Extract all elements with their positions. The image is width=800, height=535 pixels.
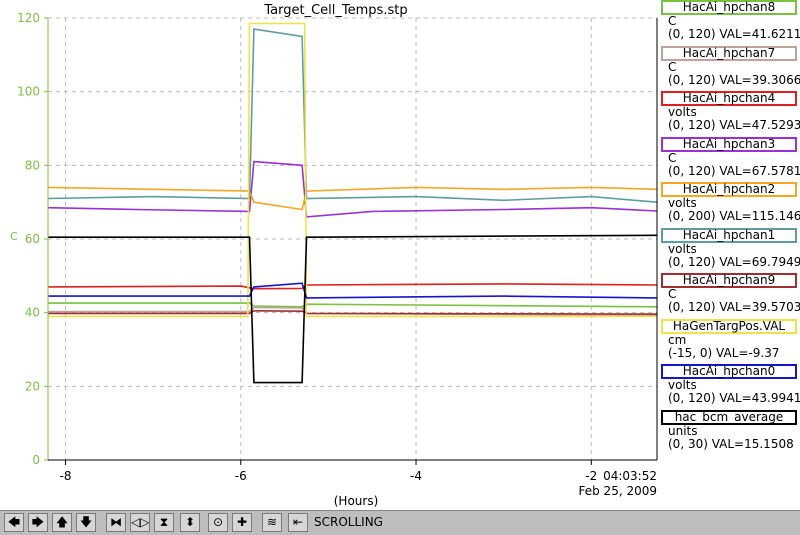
autoscale-button[interactable]: ≋ [262, 513, 282, 532]
legend-range-value: (-15, 0) VAL=-9.37 [668, 345, 780, 360]
zoom-out-x-button[interactable]: ◁▷ [130, 513, 150, 532]
legend-item-HacAi_hpchan4[interactable]: HacAi_hpchan4 [661, 91, 797, 106]
scroll-right-button[interactable]: 🡆 [28, 513, 48, 532]
scroll-left-button[interactable]: 🡄 [4, 513, 24, 532]
x-axis-label: (Hours) [334, 494, 379, 508]
legend-item-HacAi_hpchan2[interactable]: HacAi_hpchan2 [661, 182, 797, 197]
arrow-left-icon: 🡄 [7, 515, 21, 529]
series-line-HacAi_hpchan4 [47, 283, 658, 290]
x-tick-label: -4 [410, 469, 422, 483]
add-button[interactable]: ✚ [232, 513, 252, 532]
legend-item-hac_bcm_average[interactable]: hac_bcm_average [661, 409, 797, 425]
legend-unit: cm [668, 332, 687, 347]
zoom-out-y-button[interactable]: ⬍ [180, 513, 200, 532]
mode-button[interactable]: ⇤ [288, 513, 308, 532]
y-tick-label: 60 [25, 232, 40, 246]
config-icon: ⊙ [212, 515, 224, 529]
zoom-out-y-icon: ⬍ [184, 515, 196, 529]
series-line-hac_bcm_average [48, 234, 658, 384]
legend-range-value: (0, 120) VAL=43.9941 [668, 391, 800, 405]
legend-range-value: (0, 120) VAL=47.5293 [668, 118, 800, 132]
plus-icon: ✚ [236, 515, 248, 529]
series-line-HaGenTargPos.VAL [48, 22, 657, 318]
y-tick-label: 0 [32, 453, 40, 467]
series-line-HacAi_hpchan1 [47, 28, 658, 203]
legend-range-value: (0, 120) VAL=67.5781 [668, 163, 800, 178]
y-axis-label: C [10, 230, 18, 243]
autoscale-icon: ≋ [266, 515, 278, 529]
chart-title: Target_Cell_Temps.stp [263, 3, 407, 18]
scroll-up-button[interactable]: 🡅 [52, 513, 72, 532]
legend-range-value: (0, 200) VAL=115.146 [668, 209, 800, 223]
x-tick-label: -6 [235, 469, 247, 483]
zoom-in-y-icon: ⧗ [159, 515, 169, 529]
y-tick-label: 40 [25, 306, 40, 320]
legend-range-value: (0, 120) VAL=69.7949 [668, 254, 800, 269]
y-tick-label: 100 [17, 85, 40, 99]
x-tick-label: -2 [585, 469, 597, 483]
zoom-out-x-icon: ◁▷ [131, 515, 150, 529]
series-line-HacAi_hpchan8 [48, 302, 658, 308]
legend-range-value: (0, 120) VAL=39.5703 [668, 300, 800, 314]
legend-item-HacAi_hpchan1[interactable]: HacAi_hpchan1 [661, 227, 797, 243]
legend-item-HaGenTargPos.VAL[interactable]: HaGenTargPos.VAL [661, 318, 797, 334]
legend-item-HacAi_hpchan7[interactable]: HacAi_hpchan7 [661, 45, 797, 61]
legend-range-value: (0, 30) VAL=15.1508 [668, 436, 794, 451]
legend-unit: C [668, 150, 677, 165]
config-button[interactable]: ⊙ [208, 513, 228, 532]
legend-range-value: (0, 120) VAL=39.3066 [668, 72, 800, 87]
arrow-up-icon: 🡅 [55, 515, 69, 529]
zoom-in-x-button[interactable]: ⧓ [106, 513, 126, 532]
zoom-in-x-icon: ⧓ [110, 515, 122, 529]
legend-unit: units [668, 423, 698, 438]
legend-item-HacAi_hpchan0[interactable]: HacAi_hpchan0 [661, 364, 797, 379]
legend-item-HacAi_hpchan3[interactable]: HacAi_hpchan3 [661, 136, 797, 152]
arrow-right-icon: 🡆 [31, 515, 45, 529]
timestamp-date: Feb 25, 2009 [579, 484, 658, 498]
legend-range-value: (0, 120) VAL=41.6211 [668, 27, 800, 41]
y-tick-label: 80 [25, 158, 40, 172]
y-tick-label: 120 [17, 11, 40, 25]
arrow-down-icon: 🡇 [79, 515, 93, 529]
legend-item-HacAi_hpchan9[interactable]: HacAi_hpchan9 [661, 273, 797, 288]
scroll-mode-icon: ⇤ [292, 515, 304, 529]
zoom-in-y-button[interactable]: ⧗ [154, 513, 174, 532]
x-tick-label: -8 [60, 469, 72, 483]
legend-unit: volts [668, 241, 697, 256]
scroll-down-button[interactable]: 🡇 [76, 513, 96, 532]
timestamp-time: 04:03:52 [603, 469, 657, 483]
legend-item-HacAi_hpchan8[interactable]: HacAi_hpchan8 [661, 0, 797, 15]
y-tick-label: 20 [25, 379, 40, 393]
status-label: SCROLLING [314, 515, 383, 529]
legend-unit: C [668, 59, 677, 74]
